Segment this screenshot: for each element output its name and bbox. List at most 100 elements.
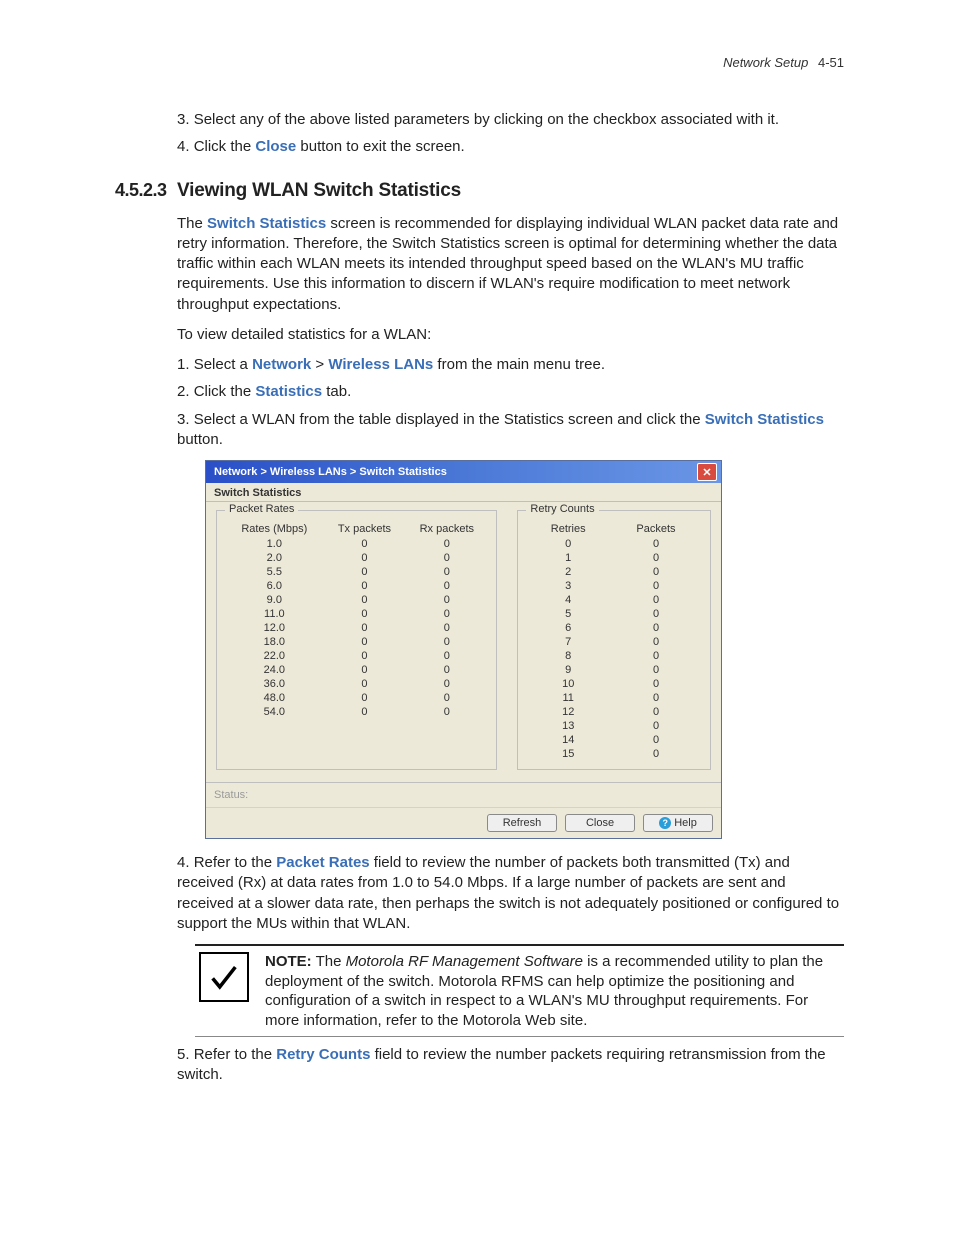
list-item: 3. Select a WLAN from the table displaye… [177, 410, 844, 451]
table-row: 50 [526, 607, 702, 621]
table-cell: 0 [405, 663, 488, 677]
note-callout: NOTE: The Motorola RF Management Softwar… [195, 944, 844, 1037]
help-icon: ? [659, 817, 671, 829]
table-cell: 0 [405, 565, 488, 579]
col-header: Retries [526, 521, 610, 537]
checkmark-icon [199, 952, 249, 1002]
table-cell: 0 [324, 663, 406, 677]
table-cell: 0 [610, 635, 702, 649]
table-row: 00 [526, 537, 702, 551]
table-cell: 0 [405, 607, 488, 621]
col-header: Rx packets [405, 521, 488, 537]
table-cell: 0 [610, 691, 702, 705]
step-text: Select any of the above listed parameter… [194, 111, 779, 128]
help-button[interactable]: ?Help [643, 814, 713, 832]
list-item: 4. Refer to the Packet Rates field to re… [177, 853, 844, 934]
list-item: 1. Select a Network > Wireless LANs from… [177, 355, 844, 375]
dialog-breadcrumb: Network > Wireless LANs > Switch Statist… [214, 466, 447, 478]
retry-counts-panel: Retry Counts Retries Packets 00102030405… [517, 510, 711, 770]
table-row: 24.000 [225, 663, 488, 677]
close-button[interactable]: Close [565, 814, 635, 832]
ui-term: Retry Counts [276, 1046, 370, 1063]
dialog-subtitle: Switch Statistics [206, 483, 721, 502]
paragraph: The Switch Statistics screen is recommen… [177, 214, 844, 315]
table-row: 60 [526, 621, 702, 635]
paragraph: To view detailed statistics for a WLAN: [177, 325, 844, 345]
product-name: Motorola RF Management Software [346, 953, 583, 970]
table-cell: 5 [526, 607, 610, 621]
table-cell: 0 [324, 649, 406, 663]
table-cell: 15 [526, 747, 610, 761]
table-cell: 0 [610, 579, 702, 593]
table-cell: 7 [526, 635, 610, 649]
list-item: 3. Select any of the above listed parame… [177, 110, 844, 130]
text: > [311, 356, 328, 373]
col-header: Tx packets [324, 521, 406, 537]
text: Select a WLAN from the table displayed i… [194, 411, 705, 428]
col-header: Packets [610, 521, 702, 537]
header-title: Network Setup [723, 55, 808, 70]
table-row: 150 [526, 747, 702, 761]
close-icon[interactable]: ✕ [697, 463, 717, 481]
table-row: 6.000 [225, 579, 488, 593]
table-cell: 4 [526, 593, 610, 607]
table-row: 30 [526, 579, 702, 593]
table-row: 140 [526, 733, 702, 747]
table-row: 120 [526, 705, 702, 719]
table-cell: 0 [405, 551, 488, 565]
table-row: 110 [526, 691, 702, 705]
table-cell: 0 [405, 705, 488, 719]
refresh-button[interactable]: Refresh [487, 814, 557, 832]
section-number: 4.5.2.3 [115, 180, 177, 201]
table-cell: 12 [526, 705, 610, 719]
table-row: 54.000 [225, 705, 488, 719]
table-row: 20 [526, 565, 702, 579]
panel-legend: Packet Rates [225, 503, 298, 515]
packet-rates-table: Rates (Mbps) Tx packets Rx packets 1.000… [225, 521, 488, 719]
text: tab. [322, 383, 351, 400]
table-cell: 10 [526, 677, 610, 691]
table-cell: 0 [324, 551, 406, 565]
table-cell: 11.0 [225, 607, 324, 621]
table-cell: 36.0 [225, 677, 324, 691]
text: Refer to the [194, 854, 277, 871]
step-text: Click the [194, 138, 256, 155]
ui-term: Statistics [255, 383, 322, 400]
table-cell: 1.0 [225, 537, 324, 551]
dialog-titlebar: Network > Wireless LANs > Switch Statist… [206, 461, 721, 483]
table-row: 40 [526, 593, 702, 607]
ui-term: Switch Statistics [207, 215, 326, 232]
section-heading: 4.5.2.3 Viewing WLAN Switch Statistics [115, 180, 844, 202]
table-cell: 0 [610, 565, 702, 579]
table-cell: 0 [610, 705, 702, 719]
text: Select a [194, 356, 252, 373]
table-cell: 0 [610, 607, 702, 621]
table-cell: 13 [526, 719, 610, 733]
table-cell: 0 [324, 579, 406, 593]
table-cell: 0 [324, 705, 406, 719]
ui-term: Packet Rates [276, 854, 369, 871]
table-row: 36.000 [225, 677, 488, 691]
table-cell: 0 [405, 677, 488, 691]
table-cell: 0 [324, 621, 406, 635]
text: The [312, 953, 346, 970]
button-bar: Refresh Close ?Help [206, 807, 721, 838]
help-label: Help [674, 817, 697, 829]
table-cell: 9.0 [225, 593, 324, 607]
table-row: 9.000 [225, 593, 488, 607]
text: Click the [194, 383, 256, 400]
table-cell: 0 [324, 635, 406, 649]
table-cell: 0 [610, 649, 702, 663]
table-cell: 0 [405, 579, 488, 593]
text: from the main menu tree. [433, 356, 605, 373]
table-cell: 0 [610, 621, 702, 635]
table-cell: 0 [405, 537, 488, 551]
ui-term: Close [255, 138, 296, 155]
table-row: 1.000 [225, 537, 488, 551]
col-header: Rates (Mbps) [225, 521, 324, 537]
table-row: 100 [526, 677, 702, 691]
list-item: 5. Refer to the Retry Counts field to re… [177, 1045, 844, 1086]
table-cell: 22.0 [225, 649, 324, 663]
table-cell: 48.0 [225, 691, 324, 705]
table-cell: 0 [405, 691, 488, 705]
